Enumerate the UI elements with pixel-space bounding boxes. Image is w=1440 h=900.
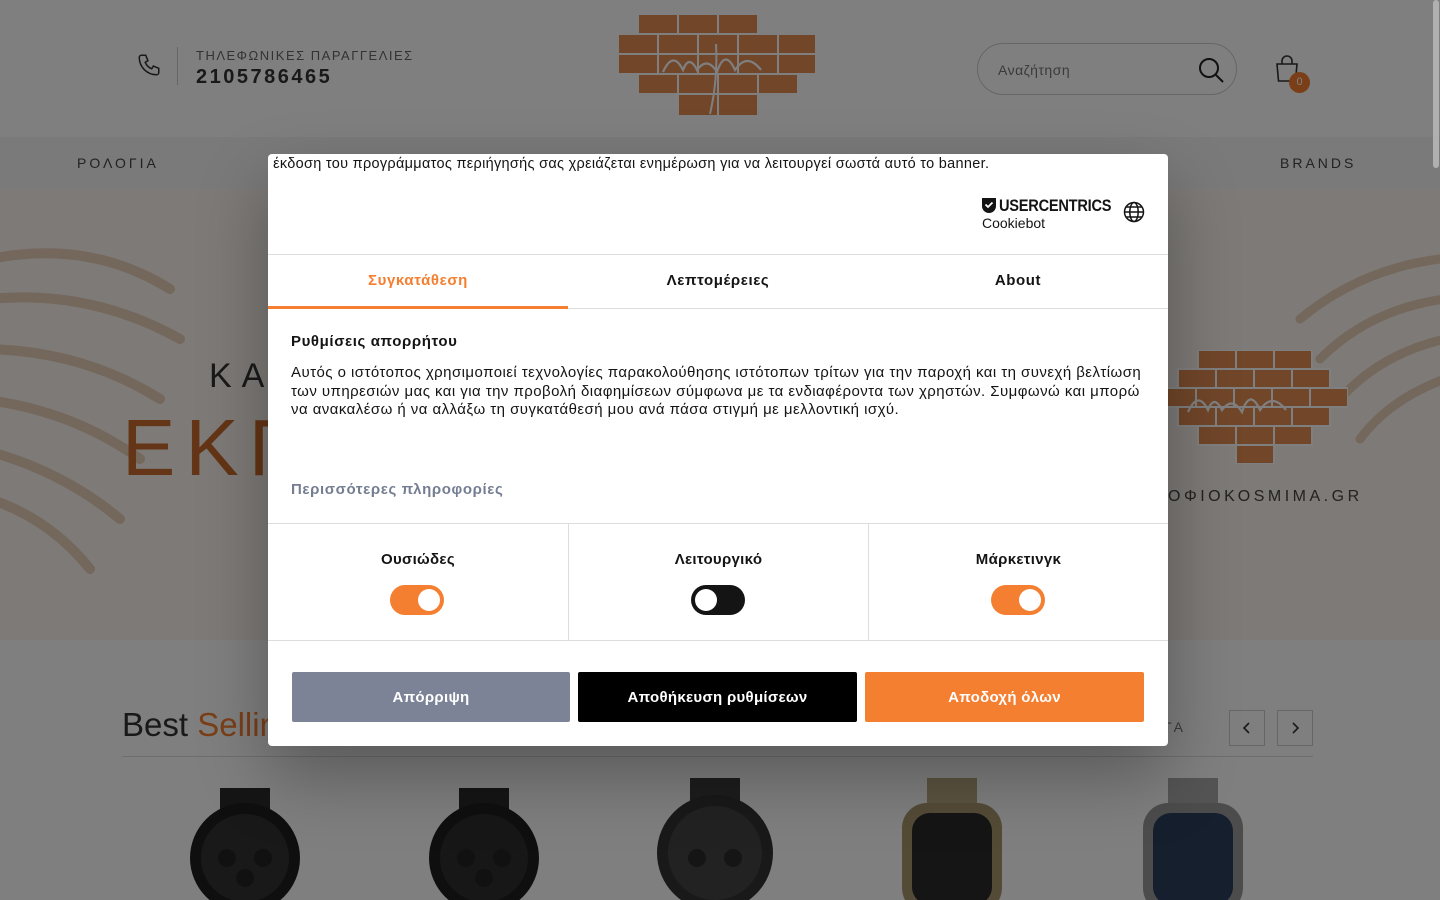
- reject-button[interactable]: Απόρριψη: [292, 672, 570, 722]
- globe-icon[interactable]: [1123, 201, 1145, 223]
- browser-update-warning-text: Η έκδοση του προγράμματος περιήγησής σας…: [268, 156, 990, 172]
- cookie-consent-dialog: Η έκδοση του προγράμματος περιήγησής σας…: [268, 154, 1168, 746]
- privacy-settings-heading: Ρυθμίσεις απορρήτου: [291, 333, 458, 350]
- marketing-toggle[interactable]: [991, 585, 1045, 615]
- functional-toggle[interactable]: [691, 585, 745, 615]
- toggle-knob: [695, 589, 717, 611]
- category-label: Λειτουργικό: [674, 551, 763, 568]
- browser-update-warning: Η έκδοση του προγράμματος περιήγησής σας…: [268, 154, 1168, 174]
- accept-all-button[interactable]: Αποδοχή όλων: [865, 672, 1144, 722]
- tab-consent[interactable]: Συγκατάθεση: [268, 255, 568, 309]
- shield-check-icon: [982, 198, 996, 213]
- category-necessary: Ουσιώδες: [268, 524, 568, 641]
- category-label: Ουσιώδες: [381, 551, 455, 568]
- tab-about[interactable]: About: [868, 255, 1168, 309]
- toggle-knob: [1019, 589, 1041, 611]
- privacy-description: Αυτός ο ιστότοπος χρησιμοποιεί τεχνολογί…: [291, 364, 1142, 418]
- tab-details[interactable]: Λεπτομέρειες: [568, 255, 868, 309]
- cookiebot-wordmark: Cookiebot: [982, 215, 1046, 231]
- necessary-toggle[interactable]: [390, 585, 444, 615]
- toggle-knob: [418, 589, 440, 611]
- save-settings-button[interactable]: Αποθήκευση ρυθμίσεων: [578, 672, 857, 722]
- category-functional: Λειτουργικό: [568, 524, 868, 641]
- category-label: Μάρκετινγκ: [975, 551, 1062, 568]
- usercentrics-wordmark: USERCENTRICS: [999, 196, 1112, 215]
- more-info-link[interactable]: Περισσότερες πληροφορίες: [291, 481, 503, 498]
- category-marketing: Μάρκετινγκ: [868, 524, 1168, 641]
- page-scrollbar[interactable]: [1433, 0, 1439, 168]
- cookiebot-logo[interactable]: USERCENTRICS Cookiebot: [981, 196, 1112, 231]
- consent-categories: Ουσιώδες Λειτουργικό Μάρκετινγκ: [268, 523, 1168, 641]
- consent-tabs: Συγκατάθεση Λεπτομέρειες About: [268, 254, 1168, 309]
